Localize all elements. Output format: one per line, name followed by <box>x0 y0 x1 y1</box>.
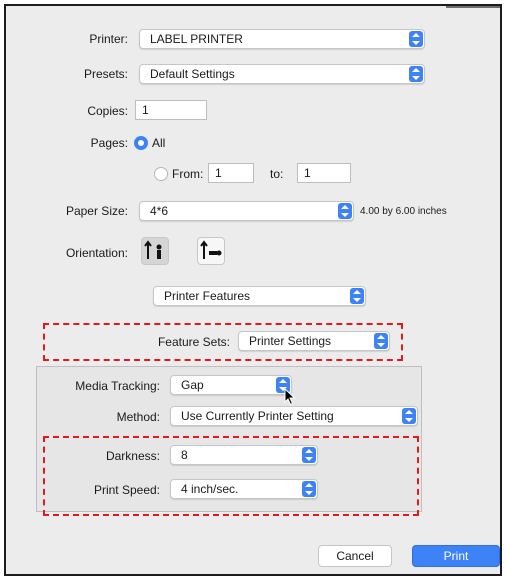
print-button[interactable]: Print <box>412 545 500 567</box>
paper-size-chevron-icon <box>338 203 352 219</box>
paper-size-value: 4*6 <box>150 204 169 218</box>
section-chevron-icon <box>350 288 364 304</box>
portrait-person-icon <box>144 240 162 259</box>
cancel-button[interactable]: Cancel <box>318 545 392 567</box>
method-label: Method: <box>116 410 160 424</box>
printer-label: Printer: <box>89 32 128 46</box>
paper-size-label: Paper Size: <box>65 204 128 218</box>
darkness-value: 8 <box>181 448 188 462</box>
print-dialog-frame: Printer: LABEL PRINTER Presets: Default … <box>4 4 502 576</box>
darkness-popup[interactable]: 8 <box>170 445 318 465</box>
printer-chevron-icon <box>409 31 423 47</box>
feature-sets-value: Printer Settings <box>249 334 332 348</box>
orientation-landscape-button[interactable] <box>197 237 225 265</box>
method-value: Use Currently Printer Setting <box>181 409 334 423</box>
media-tracking-value: Gap <box>181 378 204 392</box>
presets-popup[interactable]: Default Settings <box>139 64 425 84</box>
print-speed-chevron-icon <box>302 481 316 497</box>
pages-all-radio[interactable] <box>134 136 148 150</box>
pages-all-label: All <box>152 136 166 150</box>
feature-sets-popup[interactable]: Printer Settings <box>238 331 390 351</box>
copies-field[interactable]: 1 <box>135 100 207 120</box>
feature-sets-label: Feature Sets: <box>157 335 230 349</box>
copies-label: Copies: <box>87 104 128 118</box>
section-popup[interactable]: Printer Features <box>153 286 366 306</box>
section-value: Printer Features <box>164 289 251 303</box>
print-speed-label: Print Speed: <box>93 483 160 497</box>
print-speed-value: 4 inch/sec. <box>181 482 239 496</box>
media-tracking-label: Media Tracking: <box>75 379 160 393</box>
method-popup[interactable]: Use Currently Printer Setting <box>170 406 418 426</box>
method-chevron-icon <box>402 408 416 424</box>
print-dialog: Printer: LABEL PRINTER Presets: Default … <box>8 8 500 574</box>
printer-popup[interactable]: LABEL PRINTER <box>139 29 425 49</box>
presets-value: Default Settings <box>150 67 235 81</box>
pages-label: Pages: <box>90 136 128 150</box>
presets-label: Presets: <box>83 67 128 81</box>
pages-to-label: to: <box>270 167 284 181</box>
pages-from-field[interactable]: 1 <box>208 163 254 183</box>
pages-from-label: From: <box>172 167 204 181</box>
feature-sets-chevron-icon <box>374 333 388 349</box>
pages-from-radio[interactable] <box>154 167 168 181</box>
orientation-portrait-button[interactable] <box>141 237 169 265</box>
mouse-cursor-icon <box>284 388 296 406</box>
print-speed-popup[interactable]: 4 inch/sec. <box>170 479 318 499</box>
darkness-chevron-icon <box>302 447 316 463</box>
orientation-label: Orientation: <box>65 246 128 260</box>
landscape-person-icon <box>200 240 222 259</box>
presets-chevron-icon <box>409 66 423 82</box>
paper-dimensions: 4.00 by 6.00 inches <box>360 206 447 217</box>
darkness-label: Darkness: <box>105 449 160 463</box>
paper-size-popup[interactable]: 4*6 <box>139 201 354 221</box>
media-tracking-popup[interactable]: Gap <box>170 375 292 395</box>
pages-to-field[interactable]: 1 <box>297 163 351 183</box>
printer-value: LABEL PRINTER <box>150 32 243 46</box>
